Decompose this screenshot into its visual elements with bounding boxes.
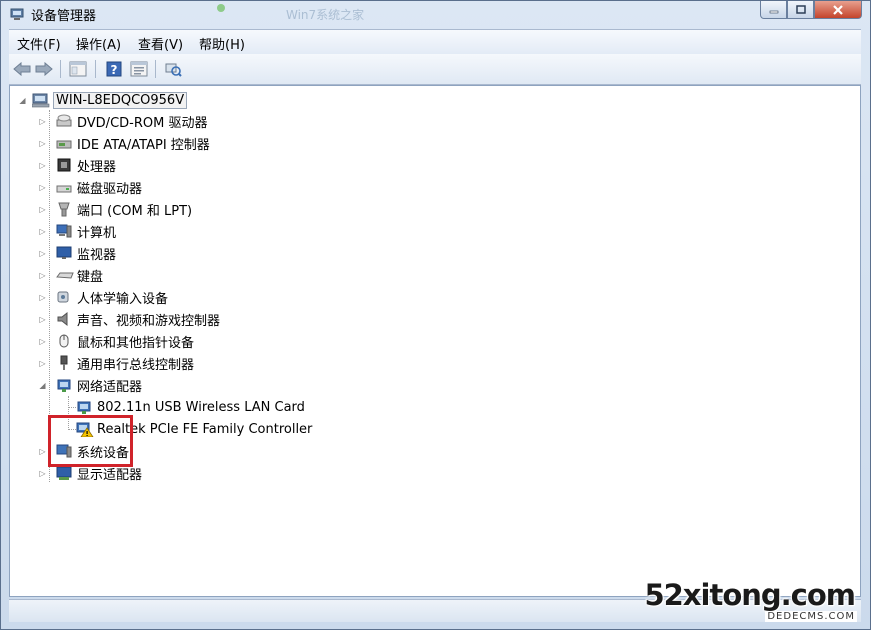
tree-item-label: 鼠标和其他指针设备 — [77, 335, 195, 351]
background-window-title: Win7系统之家 — [286, 8, 365, 22]
device-manager-window: 设备管理器 Win7系统之家 文件(F) 操作(A) 查看(V) 帮助(H) ?… — [0, 0, 871, 630]
window-controls — [760, 1, 862, 20]
network-adapter-icon — [76, 399, 92, 415]
ide-controller-icon — [56, 135, 72, 151]
tree-item-disk[interactable]: 磁盘驱动器 — [56, 177, 142, 197]
collapse-arrow-icon[interactable]: ◢ — [38, 381, 47, 390]
display-adapter-icon — [56, 465, 72, 481]
expand-arrow-icon[interactable]: ▷ — [38, 447, 47, 456]
tree-root[interactable]: WIN-L8EDQCO956V — [31, 90, 188, 110]
device-tree-panel: ◢ WIN-L8EDQCO956V ▷ DVD/CD-ROM 驱动器 ▷ IDE… — [9, 85, 861, 597]
tree-item-keyboard[interactable]: 键盘 — [56, 265, 103, 285]
tree-item-label: 处理器 — [77, 159, 117, 175]
processor-icon — [56, 157, 72, 173]
show-hide-tree-icon[interactable] — [69, 60, 87, 78]
tree-item-mouse[interactable]: 鼠标和其他指针设备 — [56, 331, 194, 351]
svg-text:?: ? — [111, 63, 118, 77]
expand-arrow-icon[interactable]: ▷ — [38, 469, 47, 478]
hid-device-icon — [56, 289, 72, 305]
usb-icon — [56, 355, 72, 371]
root-computer-name: WIN-L8EDQCO956V — [53, 91, 188, 109]
menu-help[interactable]: 帮助(H) — [199, 34, 245, 53]
properties-icon[interactable] — [130, 60, 148, 78]
expand-arrow-icon[interactable]: ▷ — [38, 117, 47, 126]
close-button[interactable] — [814, 1, 862, 19]
menu-view[interactable]: 查看(V) — [138, 34, 183, 53]
mouse-icon — [56, 333, 72, 349]
menu-file[interactable]: 文件(F) — [17, 34, 61, 53]
port-icon — [56, 201, 72, 217]
tree-item-label: 802.11n USB Wireless LAN Card — [97, 399, 305, 415]
tree-item-label: 通用串行总线控制器 — [77, 357, 195, 373]
menu-bar: 文件(F) 操作(A) 查看(V) 帮助(H) — [9, 29, 861, 54]
expand-arrow-icon[interactable]: ▷ — [38, 359, 47, 368]
tree-item-label: 键盘 — [77, 269, 104, 285]
tree-item-label: 网络适配器 — [77, 379, 143, 395]
background-status-dot — [217, 4, 225, 12]
tree-item-label: 监视器 — [77, 247, 117, 263]
tree-item-network-adapters[interactable]: 网络适配器 — [56, 375, 142, 395]
computer-icon — [31, 92, 50, 108]
speaker-icon — [56, 311, 72, 327]
expand-arrow-icon[interactable]: ▷ — [38, 249, 47, 258]
maximize-button[interactable] — [787, 1, 814, 19]
collapse-arrow-icon[interactable]: ◢ — [18, 96, 27, 105]
close-icon — [833, 4, 843, 15]
tree-item-wireless-card[interactable]: 802.11n USB Wireless LAN Card — [76, 397, 305, 417]
tree-guide-line — [68, 407, 76, 408]
scan-hardware-icon[interactable] — [164, 60, 182, 78]
tree-item-monitor[interactable]: 监视器 — [56, 243, 116, 263]
dvd-drive-icon — [56, 113, 72, 129]
expand-arrow-icon[interactable]: ▷ — [38, 271, 47, 280]
tree-item-processor[interactable]: 处理器 — [56, 155, 116, 175]
tree-item-label: DVD/CD-ROM 驱动器 — [77, 115, 208, 131]
expand-arrow-icon[interactable]: ▷ — [38, 293, 47, 302]
expand-arrow-icon[interactable]: ▷ — [38, 227, 47, 236]
back-arrow-icon[interactable] — [13, 60, 31, 78]
title-bar: 设备管理器 Win7系统之家 — [1, 1, 870, 29]
keyboard-icon — [56, 267, 74, 283]
disk-drive-icon — [56, 179, 72, 195]
tree-item-label: 端口 (COM 和 LPT) — [77, 203, 193, 219]
network-adapter-icon — [56, 377, 72, 393]
expand-arrow-icon[interactable]: ▷ — [38, 183, 47, 192]
tree-item-ports[interactable]: 端口 (COM 和 LPT) — [56, 199, 192, 219]
device-manager-icon — [9, 6, 25, 22]
tree-item-dvd[interactable]: DVD/CD-ROM 驱动器 — [56, 111, 207, 131]
toolbar-separator — [155, 60, 156, 78]
expand-arrow-icon[interactable]: ▷ — [38, 205, 47, 214]
tree-item-ide[interactable]: IDE ATA/ATAPI 控制器 — [56, 133, 210, 153]
tree-item-label: 计算机 — [77, 225, 117, 241]
watermark-logo: 52xitong.com — [644, 578, 856, 612]
window-title: 设备管理器 — [31, 9, 97, 24]
highlight-box — [48, 415, 133, 467]
maximize-icon — [795, 5, 806, 14]
monitor-icon — [56, 245, 72, 261]
expand-arrow-icon[interactable]: ▷ — [38, 337, 47, 346]
forward-arrow-icon[interactable] — [35, 60, 53, 78]
tree-item-hid[interactable]: 人体学输入设备 — [56, 287, 168, 307]
tree-item-usb[interactable]: 通用串行总线控制器 — [56, 353, 194, 373]
expand-arrow-icon[interactable]: ▷ — [38, 315, 47, 324]
expand-arrow-icon[interactable]: ▷ — [38, 161, 47, 170]
help-icon[interactable]: ? — [105, 60, 123, 78]
tree-item-label: 声音、视频和游戏控制器 — [77, 313, 221, 329]
tree-item-label: 磁盘驱动器 — [77, 181, 143, 197]
tree-item-sound[interactable]: 声音、视频和游戏控制器 — [56, 309, 220, 329]
expand-arrow-icon[interactable]: ▷ — [38, 139, 47, 148]
menu-action[interactable]: 操作(A) — [76, 34, 121, 53]
watermark-sub: DEDECMS.COM — [765, 611, 857, 622]
toolbar-separator — [95, 60, 96, 78]
minimize-icon — [769, 10, 778, 13]
tree-item-label: IDE ATA/ATAPI 控制器 — [77, 137, 210, 153]
minimize-button[interactable] — [760, 1, 787, 19]
tree-item-computer[interactable]: 计算机 — [56, 221, 116, 241]
toolbar-separator — [60, 60, 61, 78]
computer-icon — [56, 223, 72, 239]
toolbar: ? — [9, 54, 861, 85]
tree-item-label: 人体学输入设备 — [77, 291, 169, 307]
